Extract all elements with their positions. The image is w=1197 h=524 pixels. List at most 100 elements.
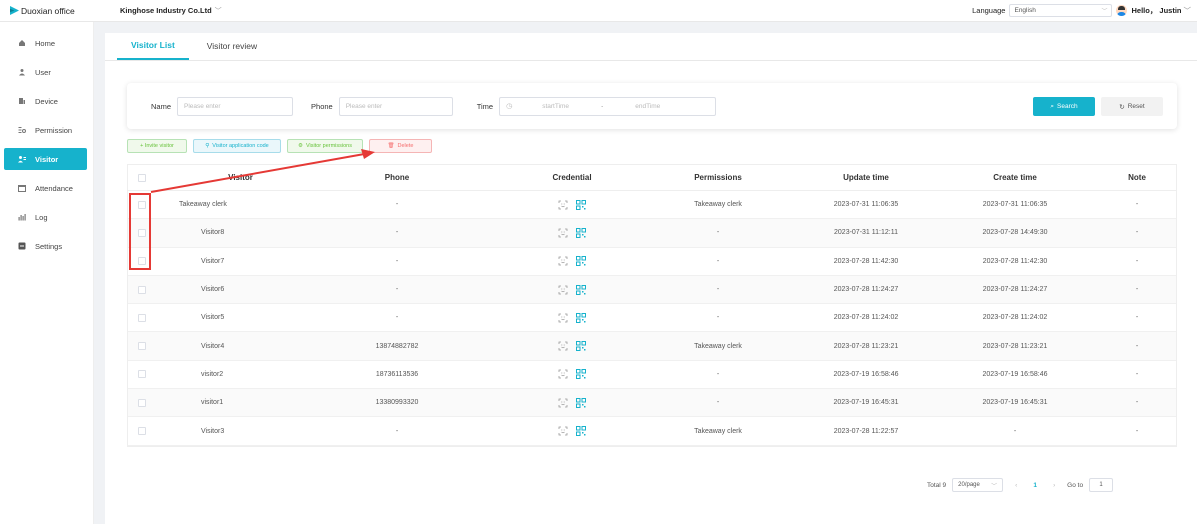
- visitor-permissions: -: [716, 229, 720, 237]
- face-id-icon[interactable]: [558, 228, 568, 238]
- qr-code-icon[interactable]: [576, 426, 586, 437]
- goto-label: Go to: [1067, 481, 1084, 489]
- page-size-select[interactable]: 20/page ﹀: [952, 478, 1004, 492]
- visitor-application-code-button[interactable]: ⚲ Visitor application code: [193, 139, 281, 153]
- language-select[interactable]: English ﹀: [1009, 4, 1113, 17]
- face-id-icon[interactable]: [558, 341, 568, 351]
- end-time-input[interactable]: endTime: [635, 103, 660, 110]
- company-selector[interactable]: Kinghose Industry Co.Ltd ﹀: [120, 6, 222, 16]
- table-row[interactable]: Visitor6 - - 2023-07-28 11:24:27 2023-07…: [128, 275, 1176, 305]
- visitor-name: Visitor7: [201, 257, 225, 265]
- tabs: Visitor List Visitor review: [105, 33, 1197, 61]
- table-row[interactable]: Takeaway clerk - Takeaway clerk 2023-07-…: [128, 191, 1176, 220]
- qr-code-icon[interactable]: [576, 199, 586, 210]
- face-id-icon[interactable]: [558, 369, 568, 379]
- visitor-phone: -: [395, 257, 399, 265]
- avatar[interactable]: [1116, 5, 1128, 16]
- row-checkbox[interactable]: [137, 285, 146, 294]
- qr-code-icon[interactable]: [576, 227, 586, 238]
- table-row[interactable]: Visitor3 - Takeaway clerk 2023-07-28 11:…: [128, 417, 1176, 446]
- reset-button[interactable]: ↻ Reset: [1101, 97, 1163, 116]
- qr-code-icon[interactable]: [576, 397, 586, 408]
- face-id-icon[interactable]: [558, 398, 568, 408]
- row-checkbox[interactable]: [137, 370, 146, 379]
- search-button[interactable]: ⌕ Search: [1033, 97, 1095, 116]
- visitor-table: Visitor Phone Credential Permissions Upd…: [127, 164, 1177, 447]
- visitor-name: Visitor5: [201, 314, 225, 322]
- row-checkbox[interactable]: [137, 342, 146, 351]
- visitor-phone: 18736113536: [375, 370, 419, 378]
- row-check-cell: [128, 370, 155, 379]
- sidebar-item-home[interactable]: Home: [4, 32, 87, 54]
- face-id-icon[interactable]: [558, 285, 568, 295]
- sidebar-item-label: Log: [35, 212, 48, 222]
- visitor-note: -: [1135, 427, 1139, 435]
- qr-code-icon[interactable]: [576, 256, 586, 267]
- delete-button[interactable]: 🗑 Delete: [369, 139, 432, 153]
- time-label: Time: [476, 101, 494, 111]
- sidebar-item-attendance[interactable]: Attendance: [4, 177, 87, 199]
- face-id-icon[interactable]: [558, 256, 568, 266]
- face-id-icon[interactable]: [558, 426, 568, 436]
- sidebar-item-device[interactable]: Device: [4, 90, 87, 112]
- column-create-time: Create time: [993, 173, 1037, 182]
- table-row[interactable]: Visitor7 - - 2023-07-28 11:42:30 2023-07…: [128, 248, 1176, 276]
- column-note: Note: [1128, 173, 1146, 182]
- brand-name: Duoxian office: [21, 5, 75, 16]
- page-number[interactable]: 1: [1029, 482, 1041, 489]
- sidebar-item-visitor[interactable]: Visitor: [4, 148, 87, 170]
- sidebar-item-log[interactable]: Log: [4, 206, 87, 228]
- row-check-cell: [128, 398, 155, 407]
- table-row[interactable]: visitor1 13380993320 - 2023-07-19 16:45:…: [128, 389, 1176, 418]
- date-range-picker[interactable]: ◷ startTime - endTime: [499, 96, 717, 116]
- tab-visitor-list[interactable]: Visitor List: [117, 32, 189, 60]
- sidebar-item-label: Device: [35, 96, 58, 106]
- update-time: 2023-07-28 11:24:27: [833, 286, 899, 294]
- name-label: Name: [151, 101, 172, 111]
- visitor-note: -: [1135, 399, 1139, 407]
- visitor-permissions: -: [716, 286, 720, 294]
- face-id-icon[interactable]: [558, 313, 568, 323]
- visitor-phone: -: [395, 229, 399, 237]
- visitor-name: visitor2: [201, 370, 224, 378]
- row-checkbox[interactable]: [137, 313, 146, 322]
- goto-page-input[interactable]: 1: [1089, 478, 1114, 492]
- phone-input[interactable]: Please enter: [338, 96, 453, 116]
- face-id-icon[interactable]: [558, 200, 568, 210]
- invite-visitor-button[interactable]: + Invite visitor: [127, 139, 187, 153]
- create-time: -: [1013, 427, 1017, 435]
- sidebar-item-label: User: [35, 67, 51, 77]
- sidebar-item-permission[interactable]: Permission: [4, 119, 87, 141]
- row-checkbox[interactable]: [137, 398, 146, 407]
- sidebar-item-settings[interactable]: Settings: [4, 235, 87, 257]
- reset-button-label: Reset: [1127, 103, 1145, 110]
- visitor-permissions: -: [716, 314, 720, 322]
- table-row[interactable]: visitor2 18736113536 - 2023-07-19 16:58:…: [128, 361, 1176, 390]
- table-row[interactable]: Visitor8 - - 2023-07-31 11:12:11 2023-07…: [128, 219, 1176, 248]
- visitor-permissions: Takeaway clerk: [694, 201, 742, 209]
- user-menu[interactable]: Hello， Justin ﹀: [1131, 5, 1191, 16]
- sidebar-item-label: Settings: [35, 241, 63, 251]
- table-row[interactable]: Visitor5 - - 2023-07-28 11:24:02 2023-07…: [128, 304, 1176, 333]
- table-row[interactable]: Visitor4 13874882782 Takeaway clerk 2023…: [128, 332, 1176, 361]
- next-page-icon[interactable]: ›: [1047, 482, 1061, 489]
- qr-code-icon[interactable]: [576, 284, 586, 295]
- qr-code-icon[interactable]: [576, 341, 586, 352]
- chevron-down-icon: ﹀: [214, 7, 222, 15]
- visitor-permissions: Takeaway clerk: [694, 342, 742, 350]
- column-permissions: Permissions: [694, 173, 742, 182]
- select-all-cell: [128, 173, 155, 182]
- sidebar-item-user[interactable]: User: [4, 61, 87, 83]
- visitor-permissions-button[interactable]: ⚙ Visitor permissions: [287, 139, 363, 153]
- row-checkbox[interactable]: [137, 427, 146, 436]
- start-time-input[interactable]: startTime: [542, 103, 569, 110]
- prev-page-icon[interactable]: ‹: [1009, 482, 1023, 489]
- select-all-checkbox[interactable]: [137, 173, 146, 182]
- qr-code-icon[interactable]: [576, 312, 586, 323]
- home-icon: [18, 39, 26, 47]
- sidebar-item-label: Attendance: [35, 183, 73, 193]
- credential-cell: [508, 397, 636, 408]
- qr-code-icon[interactable]: [576, 369, 586, 380]
- tab-visitor-review[interactable]: Visitor review: [193, 32, 271, 60]
- name-input[interactable]: Please enter: [177, 96, 294, 116]
